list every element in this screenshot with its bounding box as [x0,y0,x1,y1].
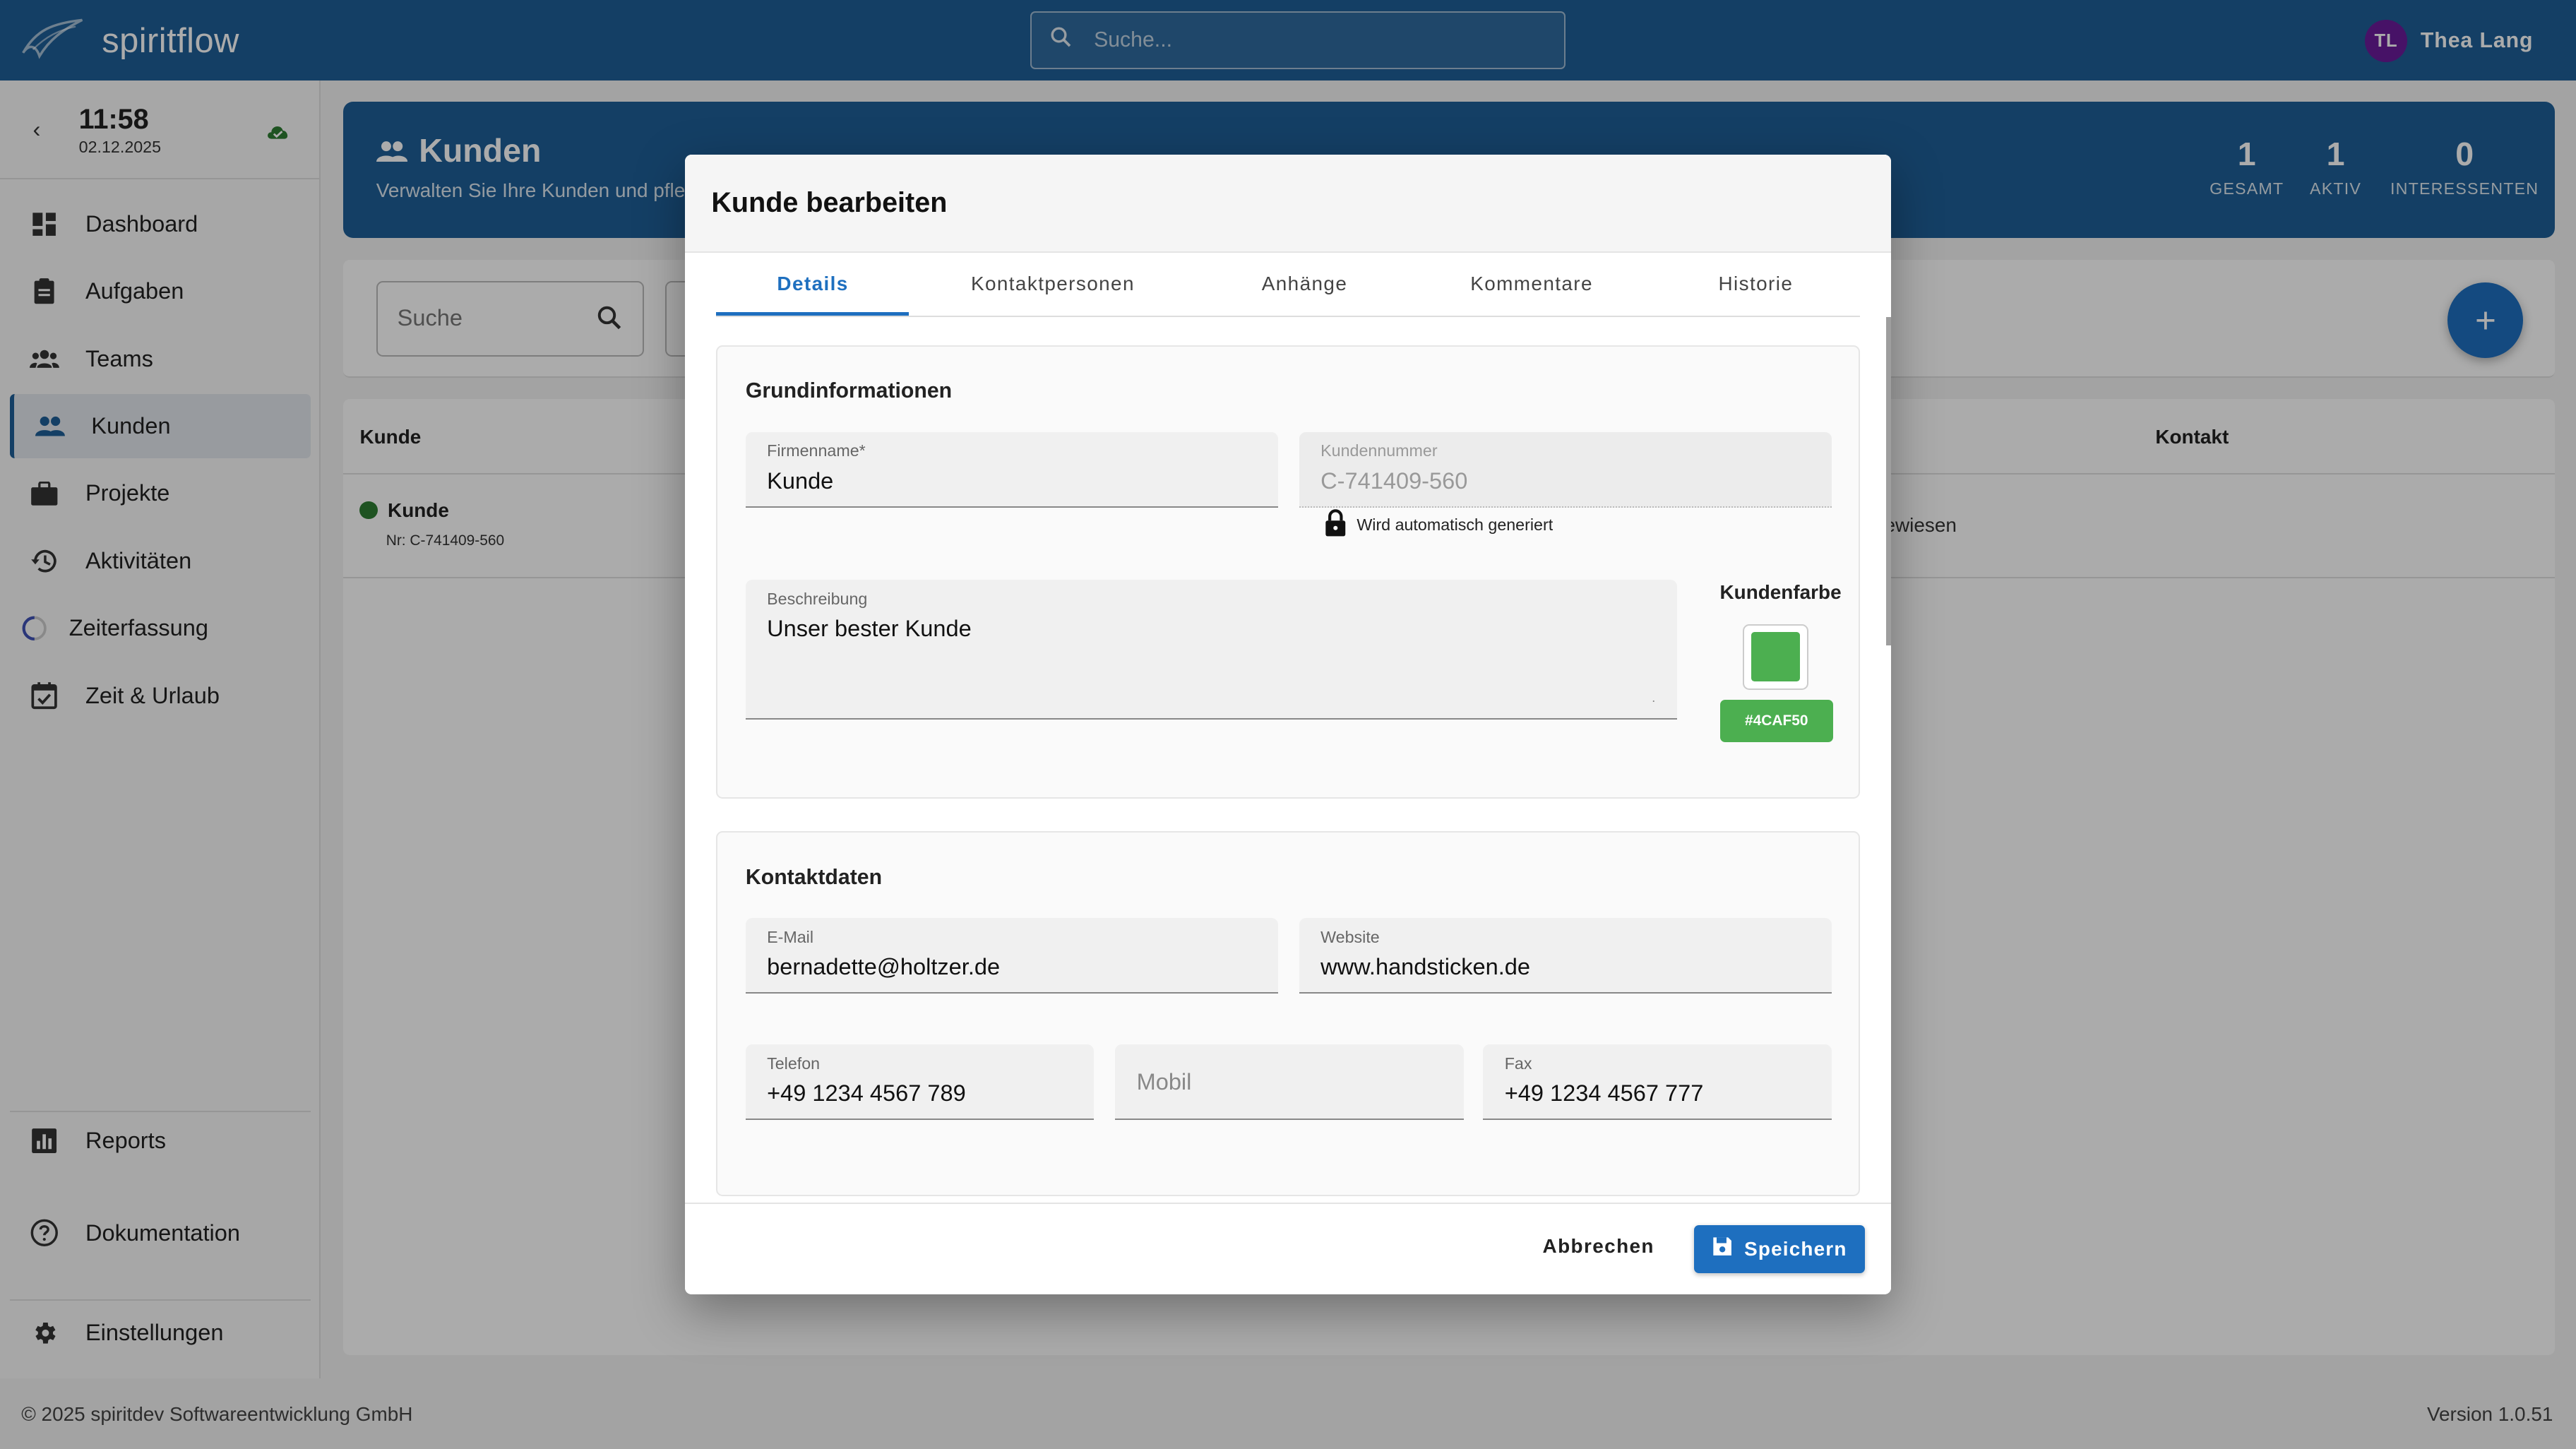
save-button[interactable]: Speichern [1693,1225,1865,1273]
field-label: Firmenname* [767,441,866,460]
lock-icon [1324,509,1347,542]
dialog-title: Kunde bearbeiten [711,187,948,219]
dialog-scrollbar[interactable] [1885,317,1891,646]
tab-indicator [716,312,909,316]
tab-anhaenge[interactable]: Anhänge [1262,273,1348,295]
cancel-button[interactable]: Abbrechen [1526,1229,1671,1265]
section-kontaktdaten: Kontaktdaten E-Mail bernadette@holtzer.d… [716,831,1860,1196]
save-button-label: Speichern [1744,1237,1847,1260]
telefon-field[interactable]: Telefon +49 1234 4567 789 [745,1044,1095,1121]
tab-details[interactable]: Details [777,273,848,295]
app-root: spiritflow Suche... TL Thea Lang ‹ 11:58… [0,0,2576,1449]
tab-kommentare[interactable]: Kommentare [1470,273,1593,295]
firmenname-field[interactable]: Firmenname* Kunde [745,431,1278,508]
field-value: Unser bester Kunde [767,616,972,642]
field-label: Telefon [767,1054,821,1073]
field-label: Fax [1504,1054,1532,1073]
section-grundinformationen: Grundinformationen Firmenname* Kunde Kun… [716,345,1860,799]
website-field[interactable]: Website www.handsticken.de [1299,918,1832,994]
field-value: +49 1234 4567 789 [767,1080,966,1107]
dialog-footer: Abbrechen Speichern [685,1202,1891,1295]
field-value: bernadette@holtzer.de [767,954,1001,980]
color-hex-button[interactable]: #4CAF50 [1719,699,1834,743]
edit-customer-dialog: Kunde bearbeiten Details Kontaktpersonen… [685,154,1891,1295]
mobil-field[interactable]: Mobil [1115,1044,1464,1121]
section-title: Kontaktdaten [745,865,883,889]
dialog-tabs: Details Kontaktpersonen Anhänge Kommenta… [716,253,1860,317]
kundenfarbe-label: Kundenfarbe [1719,581,1842,604]
field-value: C-741409-560 [1320,467,1468,494]
field-placeholder: Mobil [1136,1069,1192,1095]
color-picker-swatch[interactable] [1743,624,1809,690]
tab-historie[interactable]: Historie [1719,273,1794,295]
section-title: Grundinformationen [745,379,953,403]
field-label: E-Mail [767,928,814,947]
save-icon [1712,1236,1733,1262]
hint-text: Wird automatisch generiert [1356,515,1554,535]
fax-field[interactable]: Fax +49 1234 4567 777 [1483,1044,1832,1121]
kundennummer-field: Kundennummer C-741409-560 [1299,431,1832,508]
auto-generated-hint: Wird automatisch generiert [1324,509,1553,542]
field-label: Website [1320,928,1380,947]
color-swatch-fill [1751,632,1801,682]
email-field[interactable]: E-Mail bernadette@holtzer.de [745,918,1278,994]
beschreibung-field[interactable]: Beschreibung Unser bester Kunde · [745,579,1678,720]
field-label: Beschreibung [767,589,868,608]
tab-kontaktpersonen[interactable]: Kontaktpersonen [971,273,1135,295]
field-label: Kundennummer [1320,441,1438,460]
resize-handle-icon[interactable]: · [1652,693,1656,708]
field-value: +49 1234 4567 777 [1504,1080,1704,1107]
field-value: Kunde [767,467,834,494]
field-value: www.handsticken.de [1320,954,1531,980]
dialog-header: Kunde bearbeiten [685,154,1891,254]
